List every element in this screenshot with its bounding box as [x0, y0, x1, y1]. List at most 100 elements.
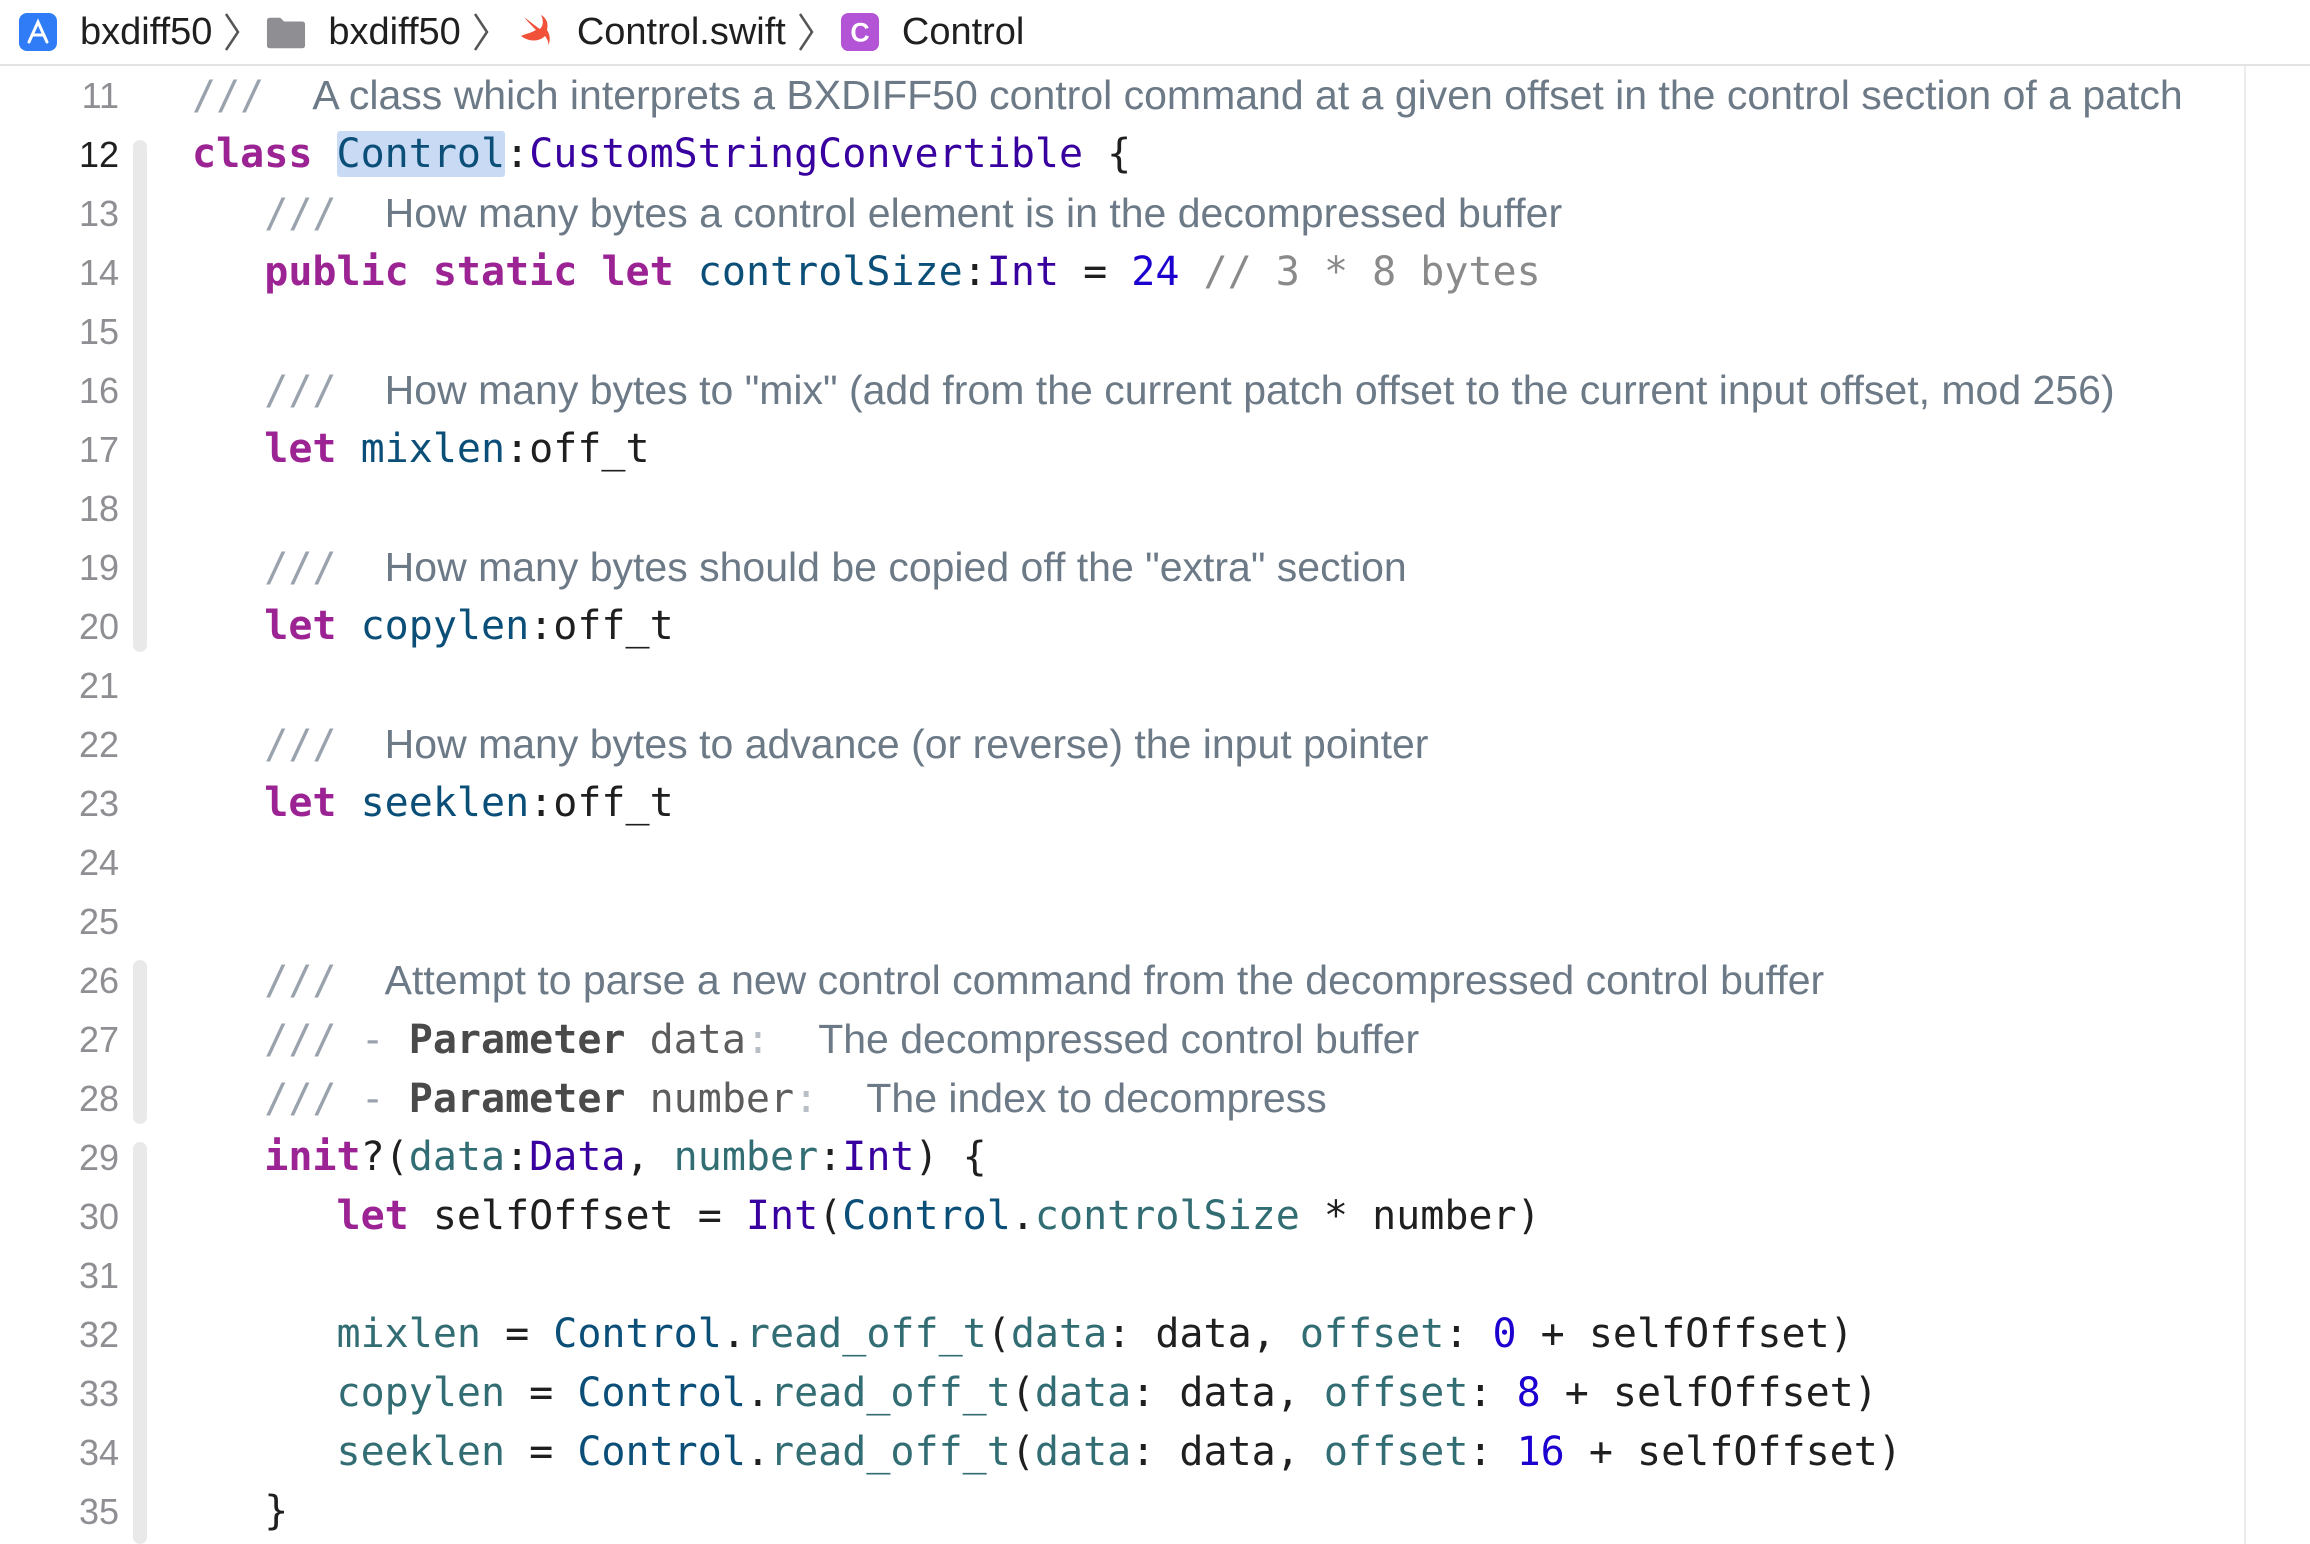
code-line[interactable]: 34 seeklen = Control.read_off_t(data: da…	[0, 1423, 2244, 1482]
code-line[interactable]: 33 copylen = Control.read_off_t(data: da…	[0, 1364, 2244, 1423]
punctuation: .	[1010, 1193, 1035, 1239]
line-number: 14	[78, 252, 119, 293]
doc-comment-text: Attempt to parse a new control command f…	[384, 957, 1825, 1003]
doc-comment-text: The decompressed control buffer	[818, 1016, 1420, 1062]
code-line[interactable]: 21	[0, 656, 2244, 715]
code-text: /// How many bytes to advance (or revers…	[192, 715, 1428, 774]
breadcrumb-item-project[interactable]: bxdiff50	[0, 0, 248, 64]
code-text: class Control:CustomStringConvertible {	[192, 125, 1131, 184]
keyword: let	[264, 426, 337, 472]
code-line[interactable]: 30 let selfOffset = Int(Control.controlS…	[0, 1187, 2244, 1246]
code-line[interactable]: 15	[0, 302, 2244, 361]
code-line[interactable]: 11 /// A class which interprets a BXDIFF…	[0, 66, 2244, 125]
doc-comment-marker: ///	[264, 545, 337, 591]
code-plain: + selfOffset)	[1516, 1311, 1854, 1357]
punctuation: (	[818, 1193, 843, 1239]
code-text: seeklen = Control.read_off_t(data: data,…	[192, 1423, 1902, 1482]
code-text: public static let controlSize:Int = 24 /…	[192, 243, 1541, 302]
code-line[interactable]: 18	[0, 479, 2244, 538]
code-line[interactable]: 23 let seeklen:off_t	[0, 774, 2244, 833]
code-line[interactable]: 12 class Control:CustomStringConvertible…	[0, 125, 2244, 184]
line-number: 23	[78, 783, 119, 824]
type-annotation: :off_t	[529, 780, 674, 826]
line-number: 11	[81, 75, 119, 116]
type-name: CustomStringConvertible	[529, 131, 1084, 177]
line-number: 18	[78, 488, 119, 529]
class-reference: Control	[553, 1311, 722, 1357]
selected-class-name[interactable]: Control	[336, 131, 506, 177]
keyword: let	[264, 780, 337, 826]
code-line[interactable]: 14 public static let controlSize:Int = 2…	[0, 243, 2244, 302]
line-number: 27	[78, 1019, 119, 1060]
chevron-right-icon	[471, 8, 497, 56]
line-number: 24	[78, 842, 119, 883]
line-comment: // 3 * 8 bytes	[1179, 249, 1541, 295]
line-number: 15	[78, 311, 119, 352]
doc-comment-marker: ///	[192, 73, 265, 119]
code-line[interactable]: 27 /// - Parameter data: The decompresse…	[0, 1010, 2244, 1069]
code-line[interactable]: 32 mixlen = Control.read_off_t(data: dat…	[0, 1305, 2244, 1364]
line-number: 33	[78, 1373, 119, 1414]
doc-parameter-name: number	[649, 1076, 795, 1122]
punctuation: ?(	[360, 1134, 409, 1180]
code-plain: : data,	[1131, 1370, 1324, 1416]
parameter-label: data	[408, 1134, 506, 1180]
keyword: let	[264, 603, 337, 649]
doc-comment-marker: ///	[264, 722, 337, 768]
doc-comment-marker: ///	[264, 191, 337, 237]
code-line[interactable]: 31	[0, 1246, 2244, 1305]
number-literal: 24	[1131, 249, 1180, 295]
source-editor[interactable]: 11 /// A class which interprets a BXDIFF…	[0, 66, 2310, 1544]
code-line[interactable]: 17 let mixlen:off_t	[0, 420, 2244, 479]
code-text: /// A class which interprets a BXDIFF50 …	[192, 66, 2183, 125]
keyword: let	[336, 1193, 409, 1239]
argument-label: offset	[1323, 1429, 1469, 1475]
method-call: read_off_t	[770, 1429, 1011, 1475]
punctuation: :	[505, 131, 530, 177]
breadcrumb-item-group[interactable]: bxdiff50	[248, 0, 496, 64]
doc-list-dash: -	[336, 1017, 409, 1063]
punctuation: :	[818, 1134, 843, 1180]
line-number: 30	[78, 1196, 119, 1237]
line-number: 31	[78, 1255, 119, 1296]
keyword: public	[264, 249, 409, 295]
punctuation: ,	[625, 1134, 674, 1180]
breadcrumb-item-symbol[interactable]: C Control	[822, 0, 1025, 64]
punctuation: (	[1010, 1370, 1035, 1416]
code-line[interactable]: 26 /// Attempt to parse a new control co…	[0, 951, 2244, 1010]
code-line[interactable]: 28 /// - Parameter number: The index to …	[0, 1069, 2244, 1128]
line-number: 26	[78, 960, 119, 1001]
breadcrumb-label: Control.swift	[576, 10, 786, 53]
code-line[interactable]: 13 /// How many bytes a control element …	[0, 184, 2244, 243]
line-number: 35	[78, 1491, 119, 1532]
code-plain: : data,	[1107, 1311, 1300, 1357]
type-name: Int	[986, 249, 1060, 295]
code-line[interactable]: 29 init?(data:Data, number:Int) {	[0, 1128, 2244, 1187]
code-line[interactable]: 16 /// How many bytes to "mix" (add from…	[0, 361, 2244, 420]
code-line[interactable]: 25	[0, 892, 2244, 951]
argument-label: data	[1034, 1370, 1132, 1416]
code-text: /// - Parameter number: The index to dec…	[192, 1069, 1326, 1128]
code-line[interactable]: 22 /// How many bytes to advance (or rev…	[0, 715, 2244, 774]
code-plain: + selfOffset)	[1564, 1429, 1902, 1475]
breadcrumb-label: Control	[901, 10, 1025, 53]
breadcrumb-item-file[interactable]: Control.swift	[497, 0, 822, 64]
class-reference: Control	[842, 1193, 1011, 1239]
doc-comment-text: How many bytes a control element is in t…	[384, 190, 1563, 236]
punctuation: {	[1083, 131, 1132, 177]
code-line[interactable]: 19 /// How many bytes should be copied o…	[0, 538, 2244, 597]
type-name: Data	[529, 1134, 626, 1180]
code-text: let selfOffset = Int(Control.controlSize…	[192, 1187, 1541, 1246]
number-literal: 0	[1492, 1311, 1517, 1357]
argument-label: data	[1034, 1429, 1132, 1475]
code-text: copylen = Control.read_off_t(data: data,…	[192, 1364, 1878, 1423]
line-number: 13	[78, 193, 119, 234]
method-call: read_off_t	[770, 1370, 1011, 1416]
property-reference: mixlen	[336, 1311, 482, 1357]
property-name: seeklen	[360, 780, 530, 826]
code-line[interactable]: 35 }	[0, 1482, 2244, 1541]
code-line[interactable]: 20 let copylen:off_t	[0, 597, 2244, 656]
line-number: 17	[78, 429, 119, 470]
code-line[interactable]: 24	[0, 833, 2244, 892]
code-text: init?(data:Data, number:Int) {	[192, 1128, 987, 1187]
